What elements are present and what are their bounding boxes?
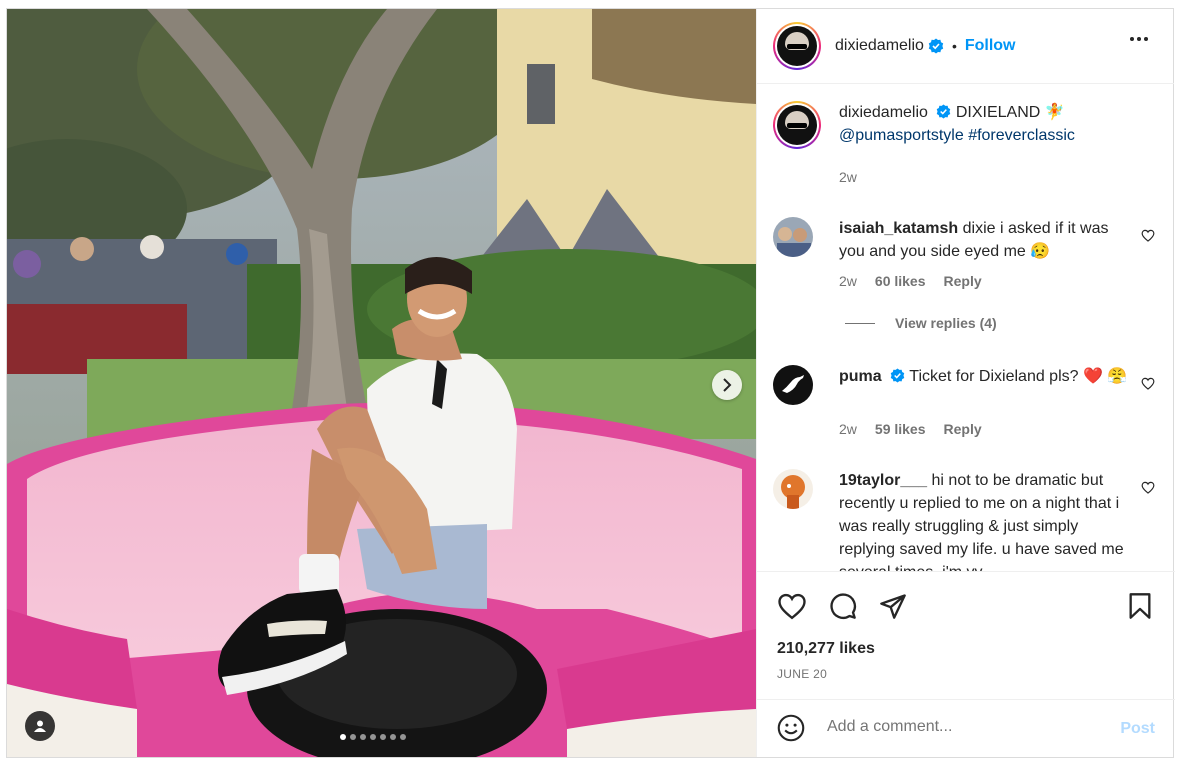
follow-button[interactable]: Follow (965, 37, 1016, 55)
bookmark-icon[interactable] (1127, 592, 1153, 620)
likes-count[interactable]: 210,277 likes (777, 640, 875, 658)
carousel-dot (340, 734, 346, 740)
comment-likes[interactable]: 59 likes (875, 421, 926, 437)
caption-username[interactable]: dixiedamelio (839, 104, 928, 121)
post-photo (7, 9, 756, 757)
post-comment-button[interactable]: Post (1120, 720, 1155, 738)
author-avatar[interactable] (773, 22, 821, 70)
carousel-dot (370, 734, 376, 740)
comment-icon[interactable] (829, 592, 857, 620)
post-actions: 210,277 likes JUNE 20 (757, 571, 1175, 699)
caption-text: DIXIELAND (955, 104, 1041, 121)
share-icon[interactable] (879, 592, 907, 620)
caption-emoji: 🧚 (1044, 104, 1065, 121)
emoji-icon[interactable] (777, 714, 805, 742)
comment-reply-button[interactable]: Reply (944, 421, 982, 437)
caption-avatar[interactable] (773, 101, 821, 149)
comment-likes[interactable]: 60 likes (875, 273, 926, 289)
comments-list[interactable]: dixiedamelio DIXIELAND 🧚 @pumasportstyle… (757, 85, 1175, 571)
caption-timestamp[interactable]: 2w (839, 169, 857, 185)
comment-username[interactable]: 19taylor___ (839, 472, 927, 489)
comment-timestamp[interactable]: 2w (839, 421, 857, 437)
post-panel: dixiedamelio • Follow dixiedamelio DIXIE… (756, 9, 1175, 757)
view-replies-button[interactable]: View replies (4) (845, 315, 997, 331)
commenter-avatar[interactable] (773, 469, 813, 509)
view-replies-label: View replies (4) (895, 315, 997, 331)
carousel-dot (380, 734, 386, 740)
verified-badge-icon (928, 38, 944, 54)
comment-input[interactable] (827, 718, 1087, 736)
comment-reply-button[interactable]: Reply (944, 273, 982, 289)
tagged-users-button[interactable] (25, 711, 55, 741)
post-media (7, 9, 756, 757)
carousel-dot (360, 734, 366, 740)
comment-timestamp[interactable]: 2w (839, 273, 857, 289)
verified-badge-icon (890, 368, 905, 383)
comment-text: Ticket for Dixieland pls? ❤️ 😤 (909, 368, 1128, 385)
carousel-indicator (340, 734, 406, 740)
comment-username[interactable]: puma (839, 368, 882, 385)
comment-composer: Post (757, 699, 1175, 757)
heart-icon[interactable] (1141, 377, 1155, 390)
verified-badge-icon (937, 104, 951, 119)
user-tag-icon (34, 720, 46, 732)
author-username[interactable]: dixiedamelio (835, 37, 924, 55)
caption-hashtag-link[interactable]: #foreverclassic (968, 127, 1075, 144)
more-options-icon[interactable] (1130, 37, 1148, 41)
carousel-dot (390, 734, 396, 740)
comment-username[interactable]: isaiah_katamsh (839, 220, 958, 237)
carousel-dot (400, 734, 406, 740)
caption-mention-link[interactable]: @pumasportstyle (839, 127, 964, 144)
carousel-next-button[interactable] (712, 370, 742, 400)
commenter-avatar[interactable] (773, 217, 813, 257)
heart-icon[interactable] (1141, 481, 1155, 494)
carousel-dot (350, 734, 356, 740)
post-header: dixiedamelio • Follow (757, 9, 1174, 84)
commenter-avatar[interactable] (773, 365, 813, 405)
heart-icon[interactable] (1141, 229, 1155, 242)
heart-icon[interactable] (777, 592, 807, 620)
post-modal: dixiedamelio • Follow dixiedamelio DIXIE… (6, 8, 1175, 758)
header-separator: • (951, 38, 957, 54)
post-date[interactable]: JUNE 20 (777, 667, 827, 681)
chevron-right-icon (723, 378, 732, 392)
